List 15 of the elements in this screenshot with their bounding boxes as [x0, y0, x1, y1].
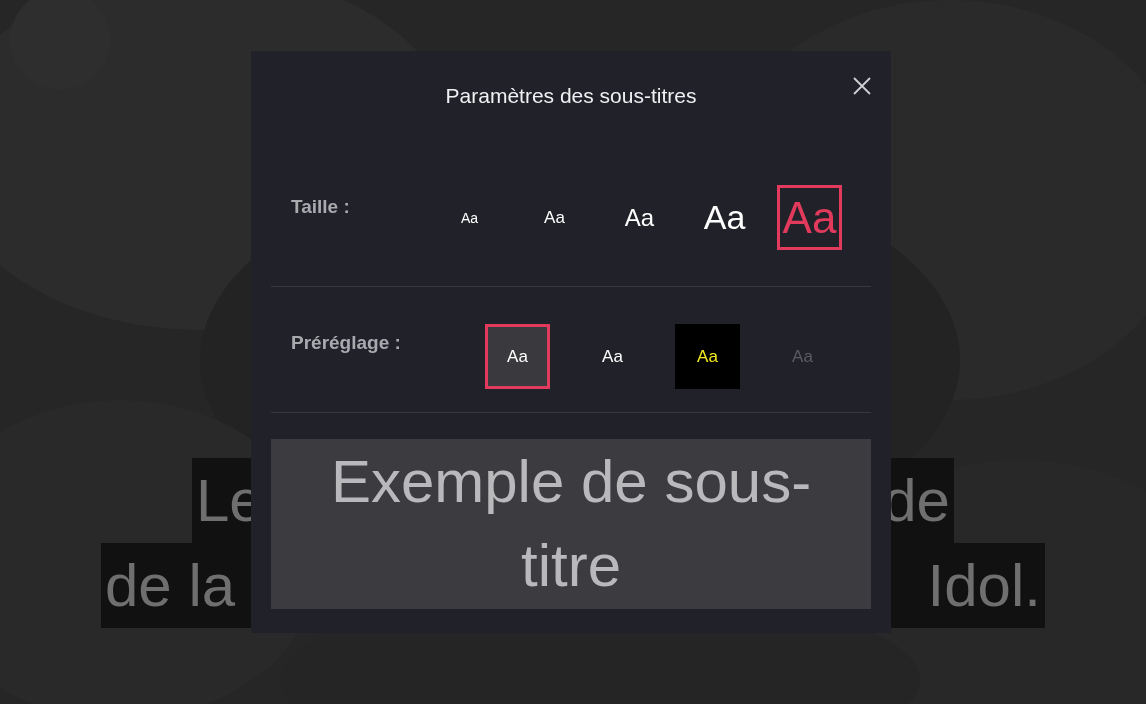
subtitle-preview: Exemple de sous-titre — [271, 439, 871, 609]
preset-option[interactable]: Aa — [675, 324, 740, 389]
size-option[interactable]: Aa — [692, 185, 757, 250]
size-option[interactable]: Aa — [607, 185, 672, 250]
size-label: Taille : — [290, 195, 351, 218]
preset-option[interactable]: Aa — [580, 324, 645, 389]
size-option[interactable]: Aa — [437, 185, 502, 250]
dialog-title: Paramètres des sous-titres — [445, 84, 697, 108]
size-option[interactable]: Aa — [777, 185, 842, 250]
subtitle-text: Idol. — [927, 551, 1041, 621]
preset-option[interactable]: Aa — [485, 324, 550, 389]
close-icon[interactable] — [853, 77, 871, 95]
subtitle-text: de la — [105, 551, 236, 621]
preset-label: Préréglage : — [290, 331, 402, 354]
size-option[interactable]: Aa — [522, 185, 587, 250]
